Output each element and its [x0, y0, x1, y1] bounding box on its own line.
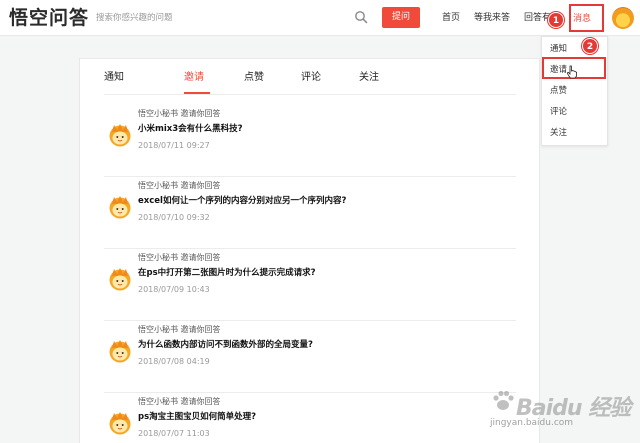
search-input[interactable]	[96, 9, 346, 27]
dropdown-item-like[interactable]: 点赞	[550, 85, 567, 97]
invite-question-link[interactable]: excel如何让一个序列的内容分别对应另一个序列内容?	[138, 195, 346, 208]
nav-home[interactable]: 首页	[442, 11, 460, 25]
invite-sender: 悟空小秘书 邀请你回答	[138, 397, 221, 406]
messages-highlight-box	[569, 4, 604, 32]
assistant-avatar-icon	[109, 268, 131, 291]
active-tab-indicator	[184, 92, 210, 94]
assistant-avatar-icon	[109, 412, 131, 435]
assistant-avatar-icon	[109, 340, 131, 363]
invite-question-link[interactable]: 为什么函数内部访问不到函数外部的全局变量?	[138, 339, 313, 352]
ask-question-button[interactable]: 提问	[382, 7, 420, 28]
dropdown-item-comment[interactable]: 评论	[550, 106, 567, 118]
invite-time: 2018/07/07 11:03	[138, 429, 210, 438]
step-marker-1: 1	[548, 12, 564, 28]
search-icon[interactable]	[354, 10, 368, 24]
invite-question-link[interactable]: 在ps中打开第二张图片时为什么提示完成请求?	[138, 267, 316, 280]
invite-time: 2018/07/09 10:43	[138, 285, 210, 294]
tab-follow[interactable]: 关注	[359, 71, 379, 85]
logo[interactable]: 悟空问答	[9, 6, 89, 30]
assistant-avatar-icon	[109, 124, 131, 147]
invite-item[interactable]: 悟空小秘书 邀请你回答 excel如何让一个序列的内容分别对应另一个序列内容? …	[104, 177, 516, 249]
invite-sender: 悟空小秘书 邀请你回答	[138, 253, 221, 262]
invite-time: 2018/07/11 09:27	[138, 141, 210, 150]
invite-time: 2018/07/10 09:32	[138, 213, 210, 222]
invite-sender: 悟空小秘书 邀请你回答	[138, 109, 221, 118]
user-avatar[interactable]	[612, 7, 634, 29]
tab-notify[interactable]: 通知	[104, 71, 124, 85]
tab-invite[interactable]: 邀请	[184, 71, 204, 85]
baidu-watermark: Baidu 经验 jingyan.baidu.com	[482, 380, 632, 438]
step-marker-2: 2	[582, 38, 598, 54]
nav-waiting-answers[interactable]: 等我来答	[474, 11, 510, 25]
hand-cursor-icon	[566, 65, 577, 79]
watermark-url: jingyan.baidu.com	[490, 418, 574, 428]
invite-item[interactable]: 悟空小秘书 邀请你回答 小米mix3会有什么黑科技? 2018/07/11 09…	[104, 105, 516, 177]
invite-item[interactable]: 悟空小秘书 邀请你回答 在ps中打开第二张图片时为什么提示完成请求? 2018/…	[104, 249, 516, 321]
messages-card: 通知 邀请 点赞 评论 关注 悟空小秘书 邀请你回答 小米mix3会有什么黑科技…	[79, 58, 540, 443]
nav-answers[interactable]: 回答有	[524, 11, 551, 25]
invite-question-link[interactable]: ps淘宝主图宝贝如何简单处理?	[138, 411, 256, 424]
message-tabs: 通知 邀请 点赞 评论 关注	[104, 59, 516, 95]
invite-sender: 悟空小秘书 邀请你回答	[138, 181, 221, 190]
dropdown-item-notify[interactable]: 通知	[550, 43, 567, 55]
paw-icon	[493, 390, 514, 410]
invite-time: 2018/07/08 04:19	[138, 357, 210, 366]
tab-comment[interactable]: 评论	[301, 71, 321, 85]
top-header: 悟空问答 提问 首页 等我来答 回答有 消息	[0, 0, 640, 36]
messages-dropdown: 通知 邀请 点赞 评论 关注	[541, 36, 608, 146]
invite-item[interactable]: 悟空小秘书 邀请你回答 为什么函数内部访问不到函数外部的全局变量? 2018/0…	[104, 321, 516, 393]
assistant-avatar-icon	[109, 196, 131, 219]
invite-item[interactable]: 悟空小秘书 邀请你回答 ps淘宝主图宝贝如何简单处理? 2018/07/07 1…	[104, 393, 516, 443]
dropdown-item-follow[interactable]: 关注	[550, 127, 567, 139]
tab-like[interactable]: 点赞	[244, 71, 264, 85]
invite-sender: 悟空小秘书 邀请你回答	[138, 325, 221, 334]
invite-question-link[interactable]: 小米mix3会有什么黑科技?	[138, 123, 243, 136]
